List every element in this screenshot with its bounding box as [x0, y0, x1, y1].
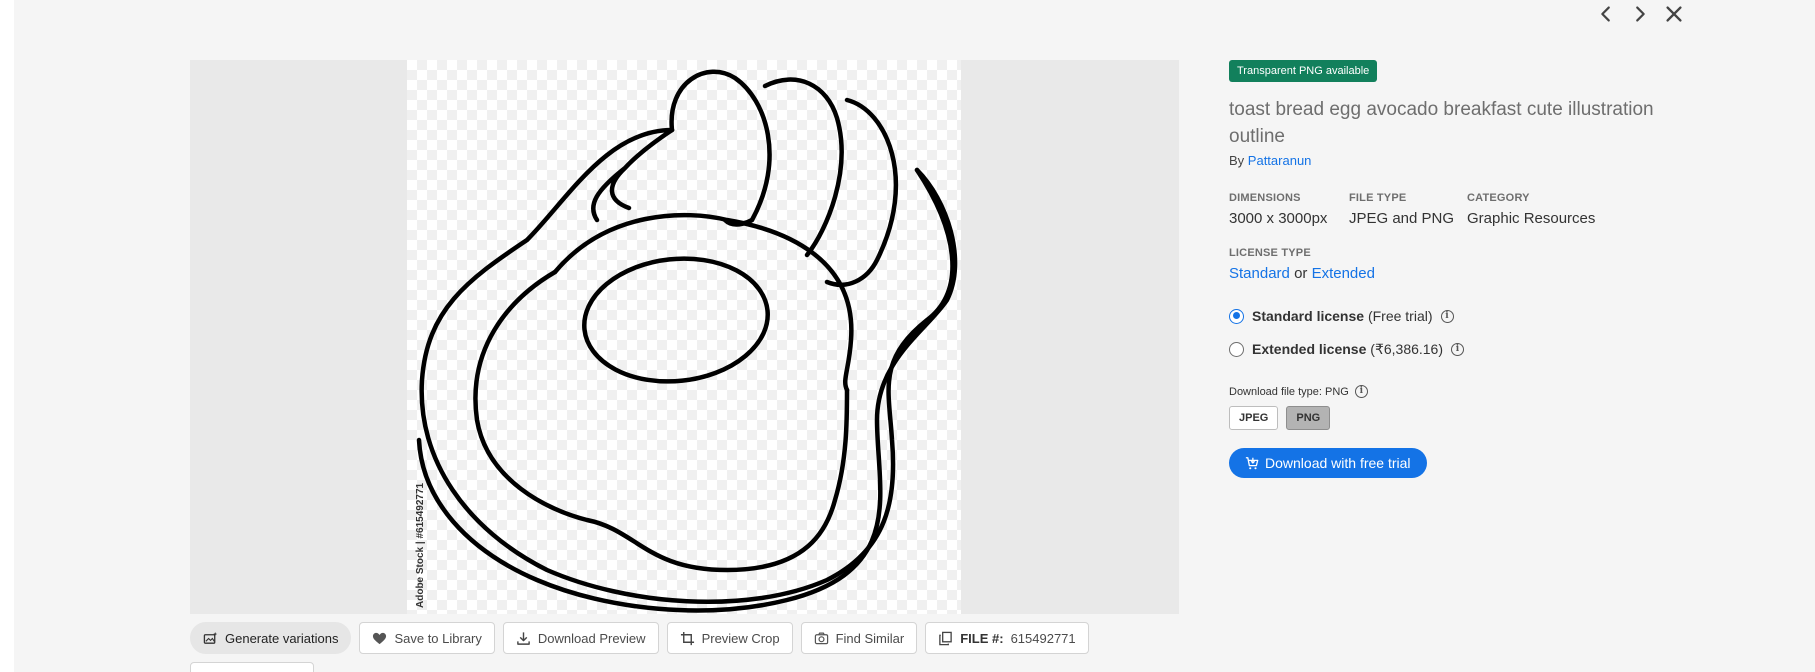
next-button[interactable] — [1626, 0, 1654, 28]
info-icon[interactable]: i — [1440, 309, 1454, 323]
download-button-label: Download with free trial — [1265, 455, 1411, 472]
preview-crop-label: Preview Crop — [701, 630, 780, 646]
more-actions-button[interactable] — [190, 662, 314, 672]
file-type-field: FILE TYPE JPEG and PNG — [1349, 192, 1467, 227]
asset-detail-modal: Adobe Stock | #615492771 Generate variat… — [14, 0, 1815, 672]
category-link[interactable]: Graphic Resources — [1467, 210, 1595, 227]
info-icon[interactable]: i — [1354, 385, 1368, 399]
asset-meta: DIMENSIONS 3000 x 3000px FILE TYPE JPEG … — [1229, 192, 1669, 227]
download-with-free-trial-button[interactable]: Download with free trial — [1229, 448, 1427, 479]
author-line: By Pattaranun — [1229, 153, 1669, 168]
extended-license-option[interactable]: Extended license (₹6,386.16) i — [1229, 339, 1669, 359]
file-number-button[interactable]: FILE #: 615492771 — [925, 622, 1089, 654]
download-preview-label: Download Preview — [537, 630, 646, 646]
save-to-library-button[interactable]: Save to Library — [359, 622, 495, 654]
license-type-value: Standard or Extended — [1229, 265, 1669, 282]
download-icon — [517, 631, 530, 645]
extended-license-link[interactable]: Extended — [1312, 265, 1375, 282]
cart-download-icon — [1245, 457, 1259, 470]
standard-license-note: (Free trial) — [1367, 308, 1433, 325]
dimensions-label: DIMENSIONS — [1229, 192, 1301, 205]
extended-license-radio[interactable] — [1229, 341, 1244, 357]
file-number-value: 615492771 — [1010, 630, 1076, 646]
toast-egg-illustration — [416, 69, 958, 613]
chevron-right-icon — [1636, 6, 1645, 22]
author-prefix: By — [1229, 153, 1245, 169]
heart-icon — [373, 632, 387, 644]
asset-title: toast bread egg avocado breakfast cute i… — [1229, 99, 1654, 148]
license-type-label: LICENSE TYPE — [1229, 247, 1311, 260]
standard-license-link[interactable]: Standard — [1229, 265, 1290, 282]
file-type-value: JPEG and PNG — [1349, 210, 1455, 228]
preview-image[interactable]: Adobe Stock | #615492771 — [407, 60, 961, 614]
download-preview-button[interactable]: Download Preview — [502, 622, 659, 654]
close-icon — [1666, 6, 1682, 22]
png-button[interactable]: PNG — [1286, 406, 1331, 431]
license-or-text: or — [1294, 265, 1308, 283]
generate-variations-button[interactable]: Generate variations — [190, 622, 352, 654]
dimensions-value: 3000 x 3000px — [1229, 210, 1328, 228]
preview-crop-button[interactable]: Preview Crop — [666, 622, 793, 654]
jpeg-button[interactable]: JPEG — [1229, 406, 1279, 431]
copy-icon — [939, 631, 952, 645]
generate-variations-label: Generate variations — [225, 630, 339, 646]
extended-license-note: (₹6,386.16) — [1370, 340, 1444, 357]
find-similar-label: Find Similar — [835, 630, 905, 646]
save-to-library-label: Save to Library — [394, 630, 482, 646]
standard-license-option[interactable]: Standard license (Free trial) i — [1229, 306, 1669, 326]
preview-area: Adobe Stock | #615492771 — [190, 60, 1179, 614]
chevron-left-icon — [1601, 6, 1610, 22]
extended-license-text: Extended license (₹6,386.16) — [1252, 341, 1443, 358]
category-field: CATEGORY Graphic Resources — [1467, 192, 1595, 227]
standard-license-text: Standard license (Free trial) — [1252, 308, 1433, 324]
find-similar-button[interactable]: Find Similar — [800, 622, 918, 654]
close-button[interactable] — [1660, 0, 1688, 28]
download-file-type-label: Download file type: PNG — [1229, 385, 1349, 398]
file-number-label: FILE #: — [960, 630, 1004, 646]
file-type-label: FILE TYPE — [1349, 192, 1407, 205]
file-type-selector: JPEG PNG — [1229, 406, 1669, 431]
standard-license-radio[interactable] — [1229, 308, 1244, 324]
author-link[interactable]: Pattaranun — [1248, 153, 1312, 168]
standard-license-name: Standard license — [1252, 308, 1365, 325]
license-type-field: LICENSE TYPE Standard or Extended — [1229, 247, 1669, 282]
info-icon[interactable]: i — [1451, 342, 1465, 356]
camera-icon — [814, 632, 828, 644]
previous-button[interactable] — [1592, 0, 1620, 28]
dimensions-field: DIMENSIONS 3000 x 3000px — [1229, 192, 1349, 227]
category-label: CATEGORY — [1467, 192, 1530, 205]
page-edge — [0, 0, 14, 672]
watermark: Adobe Stock | #615492771 — [415, 482, 426, 608]
extended-license-name: Extended license — [1252, 340, 1367, 357]
license-options: Standard license (Free trial) i Extended… — [1229, 306, 1669, 359]
generate-image-icon — [203, 631, 218, 644]
transparent-png-badge: Transparent PNG available — [1229, 60, 1378, 83]
crop-icon — [680, 631, 694, 645]
action-bar: Generate variations Save to Library Down… — [190, 622, 1089, 654]
asset-info-panel: Transparent PNG available toast bread eg… — [1229, 60, 1669, 479]
download-file-type: Download file type: PNG i — [1229, 385, 1669, 399]
